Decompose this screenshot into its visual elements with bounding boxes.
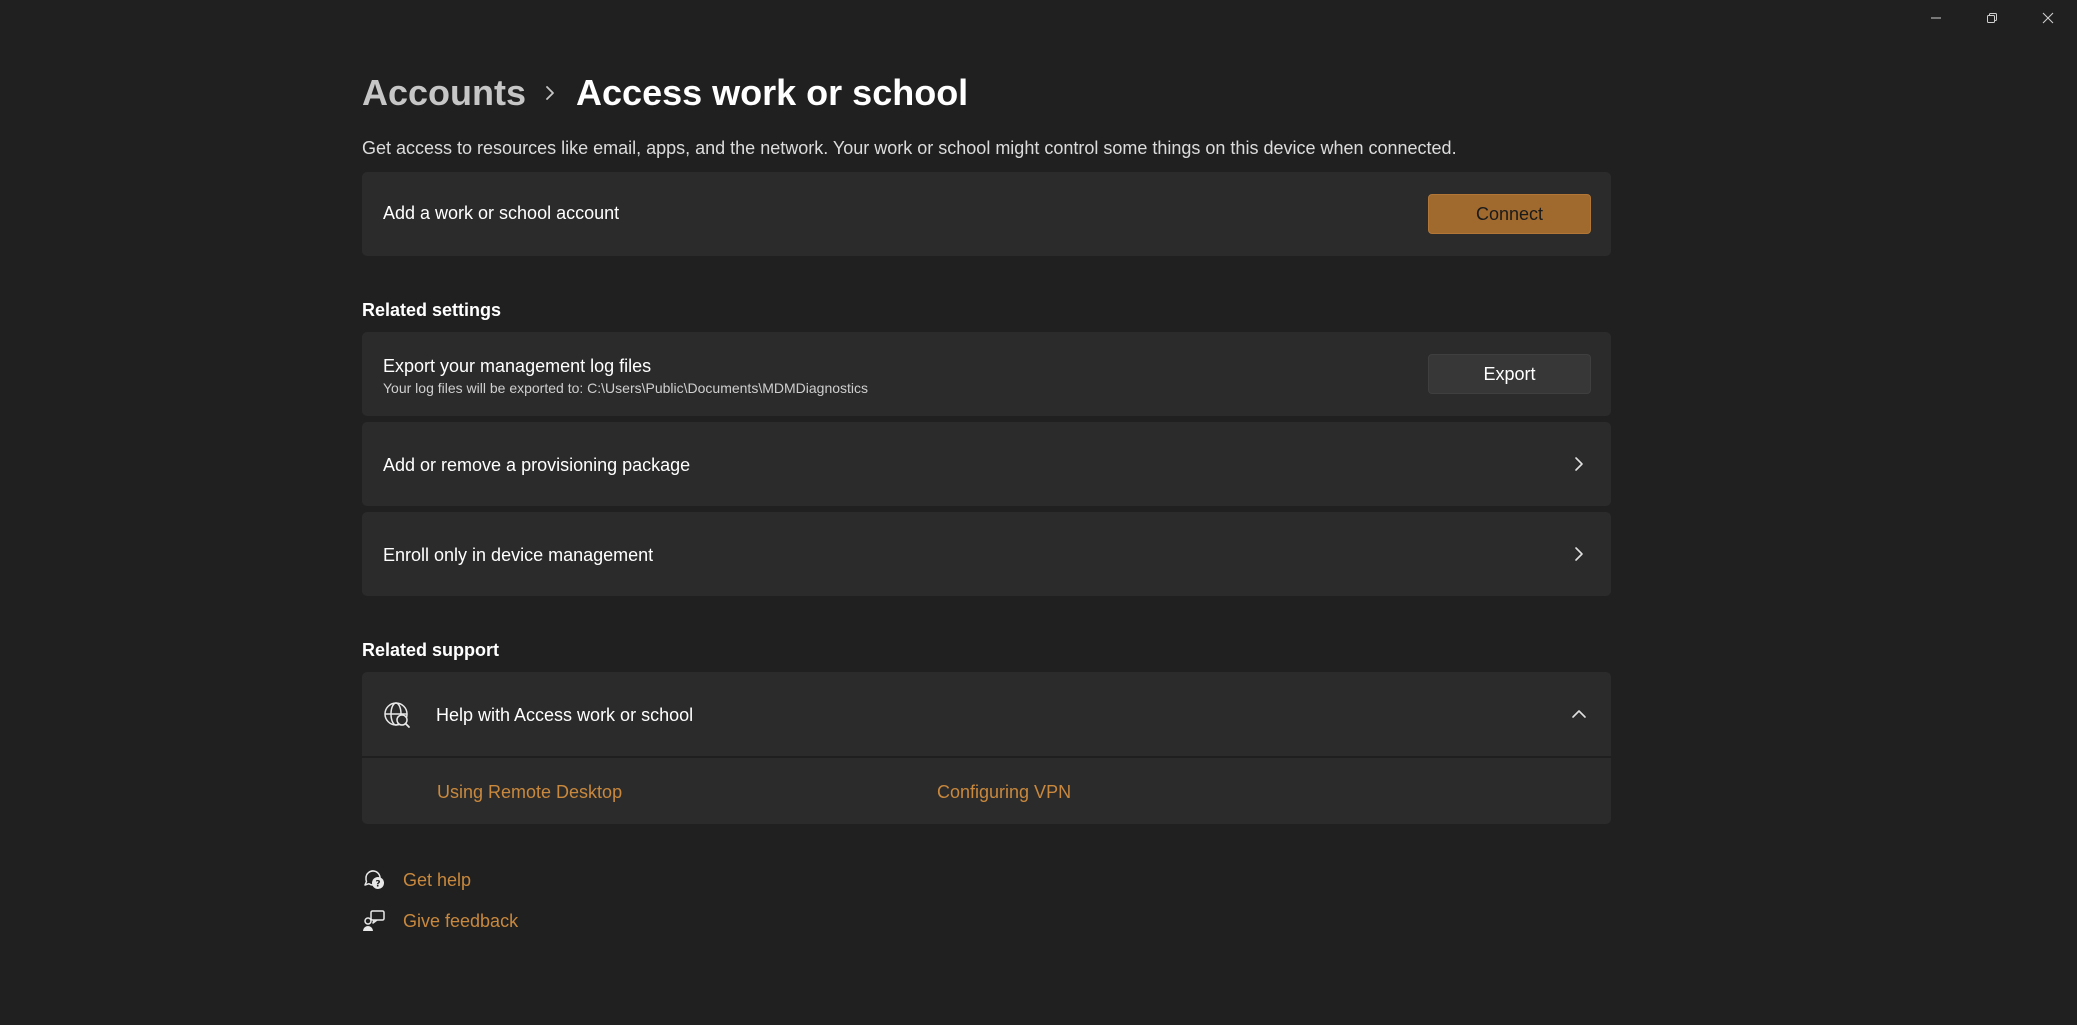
export-logs-card: Export your management log files Your lo… bbox=[362, 332, 1611, 416]
chevron-right-icon bbox=[1571, 546, 1587, 562]
help-expander-title: Help with Access work or school bbox=[436, 705, 694, 725]
restore-icon bbox=[1987, 13, 1997, 23]
chevron-up-icon[interactable] bbox=[1571, 706, 1587, 722]
get-help-icon: ? bbox=[362, 868, 386, 892]
help-link-remote-desktop[interactable]: Using Remote Desktop bbox=[437, 782, 622, 803]
restore-button[interactable] bbox=[1964, 0, 2020, 36]
add-account-card: Add a work or school account Connect bbox=[362, 172, 1611, 256]
add-account-label: Add a work or school account bbox=[383, 203, 620, 223]
settings-window: Accounts Access work or school Get acces… bbox=[0, 0, 2077, 1025]
export-logs-path: Your log files will be exported to: C:\U… bbox=[383, 380, 869, 396]
provisioning-package-label: Add or remove a provisioning package bbox=[383, 455, 691, 475]
give-feedback-link[interactable]: Give feedback bbox=[403, 911, 518, 932]
close-button[interactable] bbox=[2020, 0, 2076, 36]
enroll-device-management-label: Enroll only in device management bbox=[383, 545, 654, 565]
close-icon bbox=[2042, 12, 2054, 24]
export-button[interactable]: Export bbox=[1428, 354, 1591, 394]
chevron-right-icon bbox=[544, 85, 556, 101]
globe-search-icon bbox=[383, 701, 411, 729]
related-settings-header: Related settings bbox=[362, 300, 502, 320]
page-description: Get access to resources like email, apps… bbox=[362, 138, 1457, 158]
breadcrumb: Accounts Access work or school bbox=[362, 68, 968, 118]
provisioning-package-card[interactable]: Add or remove a provisioning package bbox=[362, 422, 1611, 506]
breadcrumb-accounts[interactable]: Accounts bbox=[362, 72, 526, 114]
minimize-icon bbox=[1931, 17, 1941, 19]
give-feedback-row[interactable]: Give feedback bbox=[362, 909, 518, 933]
chevron-right-icon bbox=[1571, 456, 1587, 472]
help-expander-content: Using Remote Desktop Configuring VPN bbox=[362, 758, 1611, 824]
give-feedback-icon bbox=[362, 909, 386, 933]
help-link-configuring-vpn[interactable]: Configuring VPN bbox=[937, 782, 1071, 803]
connect-button[interactable]: Connect bbox=[1428, 194, 1591, 234]
svg-text:?: ? bbox=[375, 880, 380, 890]
enroll-device-management-card[interactable]: Enroll only in device management bbox=[362, 512, 1611, 596]
minimize-button[interactable] bbox=[1908, 0, 1964, 36]
get-help-link[interactable]: Get help bbox=[403, 870, 471, 891]
get-help-row[interactable]: ? Get help bbox=[362, 868, 471, 892]
export-logs-title: Export your management log files bbox=[383, 356, 652, 376]
help-expander-header[interactable]: Help with Access work or school bbox=[362, 672, 1611, 756]
page-title: Access work or school bbox=[576, 72, 969, 113]
related-support-header: Related support bbox=[362, 640, 500, 660]
